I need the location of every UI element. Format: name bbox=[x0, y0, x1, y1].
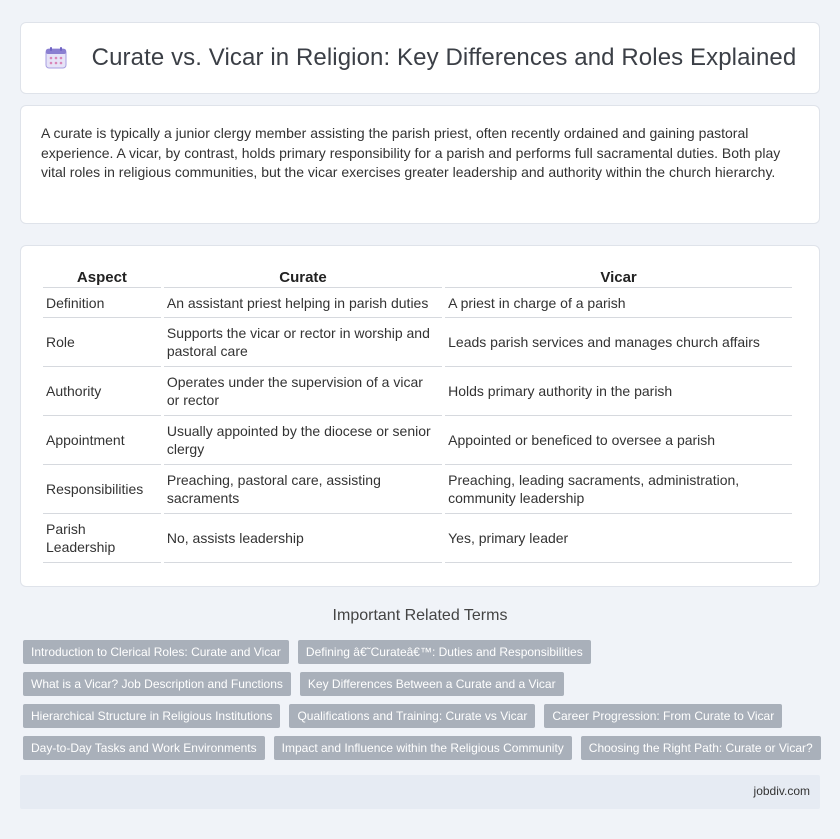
related-terms-list: Introduction to Clerical Roles: Curate a… bbox=[23, 640, 823, 768]
header-curate: Curate bbox=[163, 266, 443, 288]
table-cell: Authority bbox=[43, 367, 161, 416]
header-card: Curate vs. Vicar in Religion: Key Differ… bbox=[20, 22, 820, 94]
calendar-icon bbox=[44, 46, 68, 70]
related-term-tag[interactable]: What is a Vicar? Job Description and Fun… bbox=[23, 672, 291, 696]
footer-site-link[interactable]: jobdiv.com bbox=[754, 784, 810, 798]
table-cell: Holds primary authority in the parish bbox=[445, 367, 792, 416]
related-term-tag[interactable]: Career Progression: From Curate to Vicar bbox=[544, 704, 783, 728]
table-row: Definition An assistant priest helping i… bbox=[43, 288, 792, 318]
intro-card: A curate is typically a junior clergy me… bbox=[20, 105, 820, 224]
table-row: Role Supports the vicar or rector in wor… bbox=[43, 318, 792, 367]
comparison-card: Aspect Curate Vicar Definition An assist… bbox=[20, 245, 820, 587]
related-term-tag[interactable]: Introduction to Clerical Roles: Curate a… bbox=[23, 640, 289, 664]
footer: jobdiv.com bbox=[20, 775, 820, 809]
table-cell: No, assists leadership bbox=[163, 514, 443, 563]
table-cell: A priest in charge of a parish bbox=[445, 288, 792, 318]
table-cell: Preaching, pastoral care, assisting sacr… bbox=[163, 465, 443, 514]
table-cell: Parish Leadership bbox=[43, 514, 161, 563]
intro-text: A curate is typically a junior clergy me… bbox=[41, 125, 781, 180]
table-cell: Appointed or beneficed to oversee a pari… bbox=[445, 416, 792, 465]
related-term-tag[interactable]: Day-to-Day Tasks and Work Environments bbox=[23, 736, 265, 760]
table-cell: Preaching, leading sacraments, administr… bbox=[445, 465, 792, 514]
page-title: Curate vs. Vicar in Religion: Key Differ… bbox=[91, 44, 797, 71]
related-term-tag[interactable]: Choosing the Right Path: Curate or Vicar… bbox=[580, 736, 821, 760]
table-row: Authority Operates under the supervision… bbox=[43, 367, 792, 416]
table-cell: Usually appointed by the diocese or seni… bbox=[163, 416, 443, 465]
table-cell: Operates under the supervision of a vica… bbox=[163, 367, 443, 416]
table-cell: Yes, primary leader bbox=[445, 514, 792, 563]
comparison-table: Aspect Curate Vicar Definition An assist… bbox=[40, 266, 795, 563]
header-vicar: Vicar bbox=[445, 266, 792, 288]
related-term-tag[interactable]: Qualifications and Training: Curate vs V… bbox=[289, 704, 536, 728]
related-term-tag[interactable]: Defining â€˜Curateâ€™: Duties and Respon… bbox=[297, 640, 591, 664]
table-row: Parish Leadership No, assists leadership… bbox=[43, 514, 792, 563]
related-term-tag[interactable]: Hierarchical Structure in Religious Inst… bbox=[23, 704, 281, 728]
related-term-tag[interactable]: Impact and Influence within the Religiou… bbox=[273, 736, 572, 760]
table-header-row: Aspect Curate Vicar bbox=[43, 266, 792, 288]
table-cell: Leads parish services and manages church… bbox=[445, 318, 792, 367]
related-term-tag[interactable]: Key Differences Between a Curate and a V… bbox=[299, 672, 564, 696]
table-cell: Responsibilities bbox=[43, 465, 161, 514]
table-row: Responsibilities Preaching, pastoral car… bbox=[43, 465, 792, 514]
table-cell: Definition bbox=[43, 288, 161, 318]
table-row: Appointment Usually appointed by the dio… bbox=[43, 416, 792, 465]
table-cell: Appointment bbox=[43, 416, 161, 465]
header-aspect: Aspect bbox=[43, 266, 161, 288]
table-cell: An assistant priest helping in parish du… bbox=[163, 288, 443, 318]
related-terms-title: Important Related Terms bbox=[332, 607, 508, 624]
table-cell: Role bbox=[43, 318, 161, 367]
table-cell: Supports the vicar or rector in worship … bbox=[163, 318, 443, 367]
